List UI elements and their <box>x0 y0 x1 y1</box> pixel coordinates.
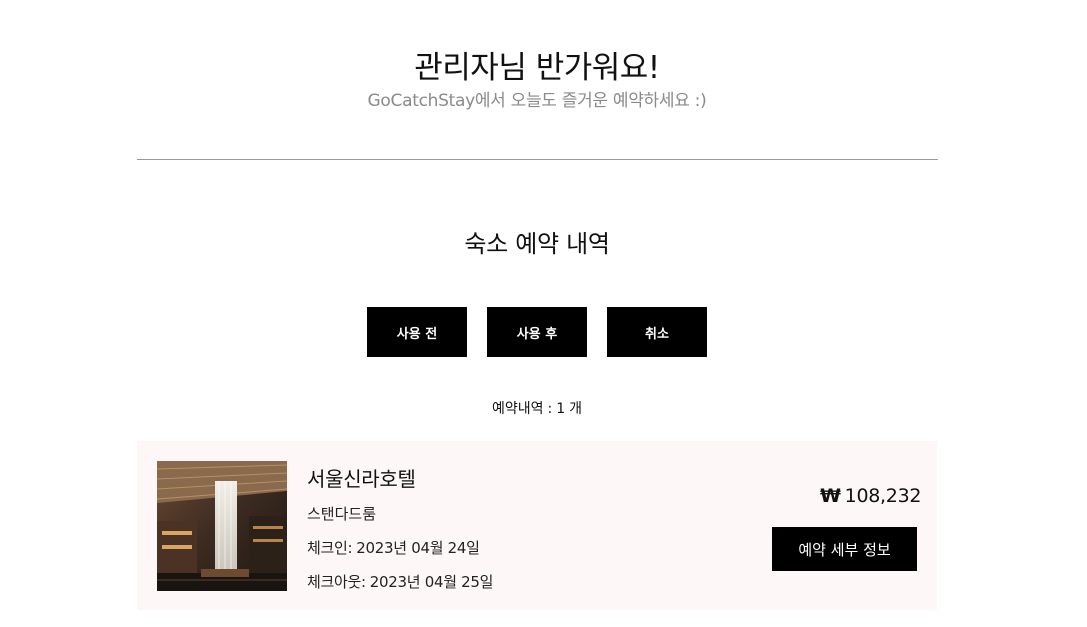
room-type: 스탠다드룸 <box>307 505 377 523</box>
checkin-date: 2023년 04월 24일 <box>356 539 480 557</box>
my-page: 관리자님 반가워요! GoCatchStay에서 오늘도 즐거운 예약하세요 :… <box>0 0 1087 627</box>
checkout-date: 2023년 04월 25일 <box>369 573 494 591</box>
greeting-title: 관리자님 반가워요! <box>414 50 660 86</box>
reservation-detail-button[interactable]: 예약 세부 정보 <box>772 527 917 571</box>
reservation-card: 서울신라호텔 스탠다드룸 체크인: 2023년 04월 24일 체크아웃: 2023… <box>137 441 937 610</box>
checkout-label: 체크아웃: <box>307 573 366 591</box>
filter-before-use-button[interactable]: 사용 전 <box>367 307 467 357</box>
reservation-count-label: 예약내역 <box>491 401 544 417</box>
checkout-info: 체크아웃: 2023년 04월 25일 <box>307 571 497 592</box>
reservation-price: ₩108,232 <box>820 485 921 507</box>
reservation-count: 예약내역:1 개 <box>0 398 1074 418</box>
checkin-label: 체크인: <box>307 539 353 557</box>
greeting-subtitle: GoCatchStay에서 오늘도 즐거운 예약하세요 :) <box>367 91 707 111</box>
divider <box>137 159 938 160</box>
hotel-lobby-photo <box>157 461 287 591</box>
hotel-name: 서울신라호텔 <box>307 467 416 491</box>
currency-symbol: ₩ <box>820 485 841 507</box>
reservation-count-separator: : <box>547 401 553 417</box>
price-value: 108,232 <box>844 485 922 507</box>
filter-after-use-button[interactable]: 사용 후 <box>487 307 587 357</box>
filter-cancelled-button[interactable]: 취소 <box>607 307 707 357</box>
section-title: 숙소 예약 내역 <box>464 230 610 258</box>
checkin-info: 체크인: 2023년 04월 24일 <box>307 537 484 558</box>
reservation-count-value: 1 <box>556 401 566 417</box>
reservation-count-unit: 개 <box>569 401 583 417</box>
